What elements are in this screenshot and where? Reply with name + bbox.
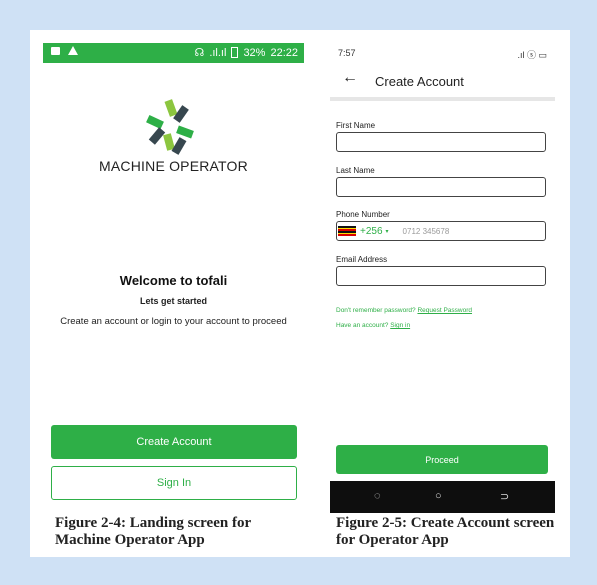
status-left-icons: [51, 46, 78, 55]
request-password-link[interactable]: Request Password: [417, 307, 472, 314]
battery-percent: 32%: [243, 46, 266, 59]
have-account-text: Have an account?: [336, 322, 389, 329]
country-code[interactable]: +256: [360, 226, 383, 237]
create-account-label: Create Account: [136, 436, 212, 448]
app-bar: ← Create Account: [330, 63, 555, 101]
status-time: 7:57: [338, 48, 356, 58]
forgot-password-row: Don't remember password? Request Passwor…: [336, 307, 472, 314]
status-bar: ☊ .ıl.ıl 32% 22:22: [43, 43, 304, 63]
tofali-logo-icon: [146, 99, 194, 155]
first-name-label: First Name: [336, 121, 376, 130]
forgot-text: Don't remember password?: [336, 307, 416, 314]
proceed-label: Proceed: [425, 454, 459, 465]
status-right-icons: ☊ .ıl.ıl 32% 22:22: [194, 46, 298, 60]
uganda-flag-icon[interactable]: [338, 226, 356, 237]
subtitle: Lets get started: [139, 296, 208, 306]
warning-icon: [68, 46, 78, 55]
sign-in-label: Sign In: [156, 477, 192, 489]
last-name-label: Last Name: [336, 166, 375, 175]
system-navigation-bar: ◌ ○ ⊃: [330, 481, 555, 513]
email-input[interactable]: [336, 266, 546, 286]
brand-name: MACHINE OPERATOR: [99, 158, 248, 174]
create-account-button[interactable]: Create Account: [51, 425, 297, 459]
signal-icon: .ıl.ıl: [209, 46, 227, 59]
headphones-icon: ☊: [194, 47, 205, 59]
instruction-text: Create an account or login to your accou…: [60, 316, 287, 327]
image-notification-icon: [51, 46, 60, 55]
status-time: 22:22: [270, 46, 298, 59]
recent-apps-icon[interactable]: ◌: [374, 490, 381, 502]
have-account-row: Have an account? Sign in: [336, 322, 410, 329]
caret-down-icon[interactable]: ▾: [386, 228, 389, 235]
battery-icon: [231, 47, 239, 58]
phone-placeholder: 0712 345678: [402, 226, 450, 236]
left-figure-caption: Figure 2-4: Landing screen for Machine O…: [55, 515, 251, 548]
status-icons: .ıl ⓢ ▭: [517, 50, 547, 60]
status-bar: 7:57 .ıl ⓢ ▭: [330, 43, 555, 63]
page-title: Create Account: [375, 74, 464, 89]
welcome-title: Welcome to tofali: [119, 273, 228, 288]
last-name-input[interactable]: [336, 177, 546, 197]
proceed-button[interactable]: Proceed: [336, 445, 548, 474]
back-icon[interactable]: ⊃: [500, 490, 509, 503]
phone-number-label: Phone Number: [336, 210, 390, 219]
email-label: Email Address: [336, 255, 388, 264]
landing-screen: ☊ .ıl.ıl 32% 22:22 MACHINE OPERATOR Welc…: [43, 43, 304, 504]
first-name-input[interactable]: [336, 132, 546, 152]
back-arrow-icon[interactable]: ←: [342, 69, 358, 87]
sign-in-link[interactable]: Sign in: [390, 322, 410, 329]
create-account-screen: 7:57 .ıl ⓢ ▭ ← Create Account First Name…: [330, 43, 555, 513]
home-icon[interactable]: ○: [435, 490, 442, 502]
phone-number-input[interactable]: +256 ▾ 0712 345678: [336, 221, 546, 241]
right-figure-caption: Figure 2-5: Create Account screen for Op…: [336, 515, 555, 548]
sign-in-button[interactable]: Sign In: [51, 466, 297, 500]
